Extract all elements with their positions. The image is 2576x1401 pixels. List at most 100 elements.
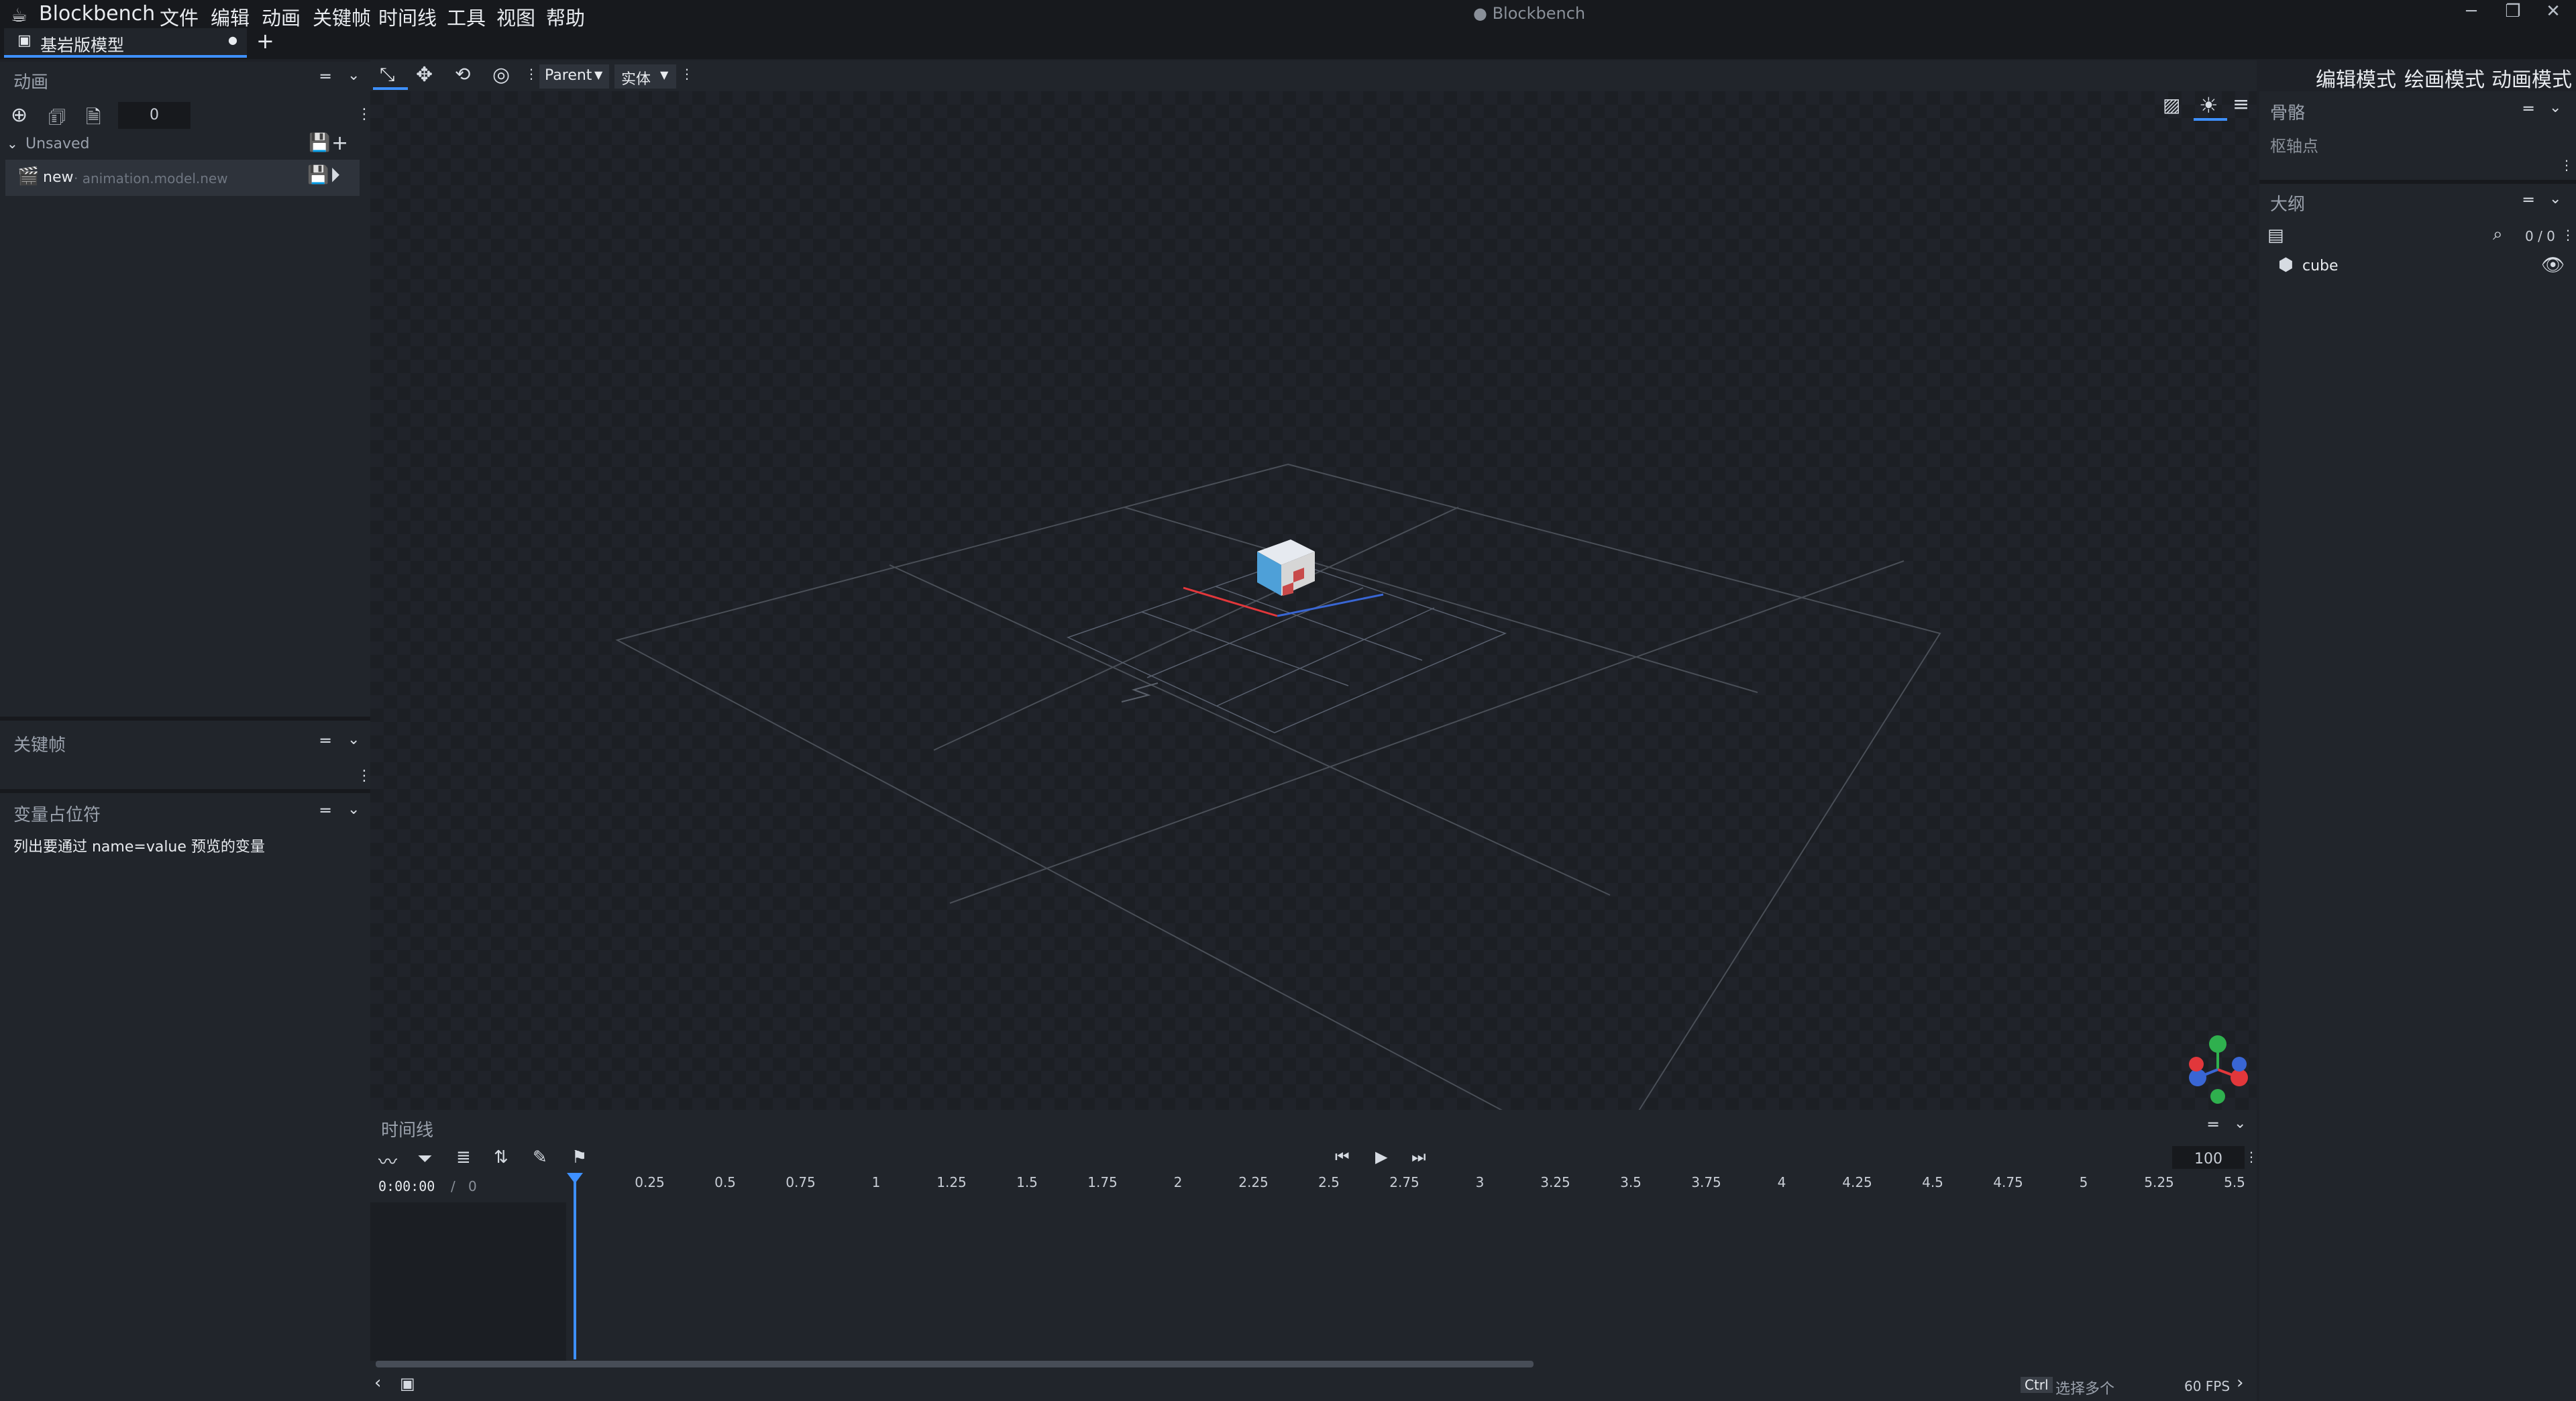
time-tick-label: 4 — [1777, 1174, 1786, 1190]
menu-tools[interactable]: 工具 — [447, 3, 486, 31]
skip-end-icon[interactable]: ⏭ — [1411, 1147, 1426, 1166]
list-icon[interactable]: ≣ — [456, 1147, 471, 1168]
file-icon[interactable]: 🗎 — [86, 103, 101, 136]
hamburger-icon[interactable]: ≡ — [2233, 93, 2249, 116]
sort-icon[interactable]: ⇅ — [494, 1147, 508, 1168]
chevron-right-icon[interactable]: › — [2237, 1373, 2243, 1393]
panel-menu-icon[interactable]: ═ — [321, 801, 330, 820]
rotate-tool-icon[interactable]: ⟲ — [455, 63, 470, 85]
lighting-button[interactable]: ☀ — [2194, 91, 2227, 121]
tab-edit-mode[interactable]: 编辑模式 — [2316, 63, 2396, 93]
new-tab-button[interactable]: + — [256, 28, 274, 54]
time-tick-label: 3.75 — [1691, 1174, 1721, 1190]
time-tick-label: 1.25 — [936, 1174, 967, 1190]
chevron-down-icon[interactable]: ⌄ — [2549, 191, 2561, 207]
menu-keyframe[interactable]: 关键帧 — [313, 3, 371, 31]
save-icon[interactable]: 💾 — [309, 133, 330, 153]
more-options-icon[interactable]: ⋮ — [2561, 227, 2575, 243]
outliner-count: 0 / 0 — [2525, 228, 2555, 244]
entity-select[interactable]: 实体 ▼ — [614, 64, 676, 89]
playhead-handle[interactable] — [567, 1173, 583, 1184]
panel-menu-icon[interactable]: ═ — [2524, 191, 2533, 209]
time-tick-label: 2.75 — [1389, 1174, 1419, 1190]
menu-edit[interactable]: 编辑 — [211, 3, 250, 31]
cube-mesh[interactable] — [1257, 539, 1315, 596]
outliner-item-cube[interactable]: ⬢ cube 👁 — [2270, 252, 2569, 282]
more-options-icon[interactable]: ⋮ — [357, 106, 372, 123]
time-tick-label: 2.25 — [1238, 1174, 1269, 1190]
plus-circle-icon[interactable]: ⊕ — [11, 103, 28, 127]
pivot-tool-button[interactable]: ⤡ — [373, 60, 408, 90]
maximize-button[interactable]: ❐ — [2500, 1, 2526, 21]
tab-project-label: 基岩版模型 — [40, 36, 125, 55]
panel-divider — [0, 789, 370, 793]
menu-animation[interactable]: 动画 — [262, 3, 301, 31]
minimize-button[interactable]: ─ — [2458, 1, 2485, 21]
skip-start-icon[interactable]: ⏮ — [1335, 1147, 1350, 1166]
outliner-panel-title: 大纲 — [2270, 195, 2306, 215]
target-icon[interactable]: ◎ — [492, 63, 510, 87]
flag-icon[interactable]: ⚑ — [572, 1147, 587, 1168]
animation-list-item[interactable]: 🎬 new · animation.model.new 💾 ⏵ — [5, 160, 360, 196]
timeline-tracks[interactable] — [566, 1202, 2255, 1361]
pencil-icon[interactable]: ✎ — [533, 1147, 547, 1168]
panel-menu-icon[interactable]: ═ — [321, 67, 330, 86]
tab-animate-mode[interactable]: 动画模式 — [2491, 63, 2572, 95]
panel-menu-icon[interactable]: ═ — [2524, 99, 2533, 118]
close-button[interactable]: ✕ — [2540, 1, 2567, 21]
model-icon[interactable]: ▣ — [400, 1374, 415, 1393]
menu-view[interactable]: 视图 — [496, 3, 535, 31]
variable-panel-title: 变量占位符 — [13, 805, 101, 825]
variable-placeholder-hint[interactable]: 列出要通过 name=value 预览的变量 — [13, 835, 265, 856]
window-title: ● Blockbench — [1473, 4, 1586, 23]
more-options-icon[interactable]: ⋮ — [680, 66, 694, 82]
time-tick-label: 3.25 — [1540, 1174, 1570, 1190]
panel-menu-icon[interactable]: ═ — [2208, 1115, 2218, 1134]
animation-counter[interactable]: 0 — [118, 102, 191, 129]
more-options-icon[interactable]: ⋮ — [357, 768, 372, 784]
chevron-down-icon[interactable]: ⌄ — [7, 136, 18, 152]
plus-icon[interactable]: + — [331, 132, 348, 155]
move-tool-icon[interactable]: ✥ — [416, 63, 433, 87]
scene-canvas — [615, 463, 2248, 1110]
chevron-left-icon[interactable]: ‹ — [374, 1373, 381, 1393]
play-circle-icon[interactable]: ⏵ — [330, 164, 340, 187]
graph-icon[interactable]: 〰 — [378, 1147, 397, 1174]
image-icon[interactable]: ▨ — [2163, 94, 2180, 116]
import-icon[interactable]: 🗊 — [48, 103, 66, 136]
timeline-scrollbar[interactable] — [376, 1361, 1534, 1367]
filter-icon[interactable]: ⏷ — [417, 1147, 432, 1170]
chevron-down-icon[interactable]: ⌄ — [347, 731, 360, 748]
menu-file[interactable]: 文件 — [160, 3, 199, 31]
panel-menu-icon[interactable]: ═ — [321, 731, 330, 750]
cube-label: cube — [2302, 258, 2339, 274]
play-icon[interactable]: ▶ — [1375, 1147, 1387, 1166]
time-display[interactable]: 0:00:00 — [378, 1178, 435, 1194]
add-group-icon[interactable]: ▤ — [2267, 225, 2284, 246]
menu-help[interactable]: 帮助 — [546, 3, 585, 31]
chevron-down-icon[interactable]: ⌄ — [347, 801, 360, 818]
eye-icon[interactable]: 👁 — [2541, 254, 2565, 276]
playhead[interactable] — [574, 1174, 576, 1359]
time-total: 0 — [468, 1178, 477, 1194]
menu-timeline[interactable]: 时间线 — [378, 3, 437, 31]
search-icon[interactable]: ⌕ — [2493, 224, 2503, 245]
time-tick-label: 4.5 — [1922, 1174, 1943, 1190]
unsaved-indicator[interactable]: ● — [228, 34, 237, 46]
chevron-down-icon[interactable]: ⌄ — [2234, 1115, 2246, 1132]
more-options-icon[interactable]: ⋮ — [525, 66, 538, 82]
chevron-down-icon[interactable]: ⌄ — [2549, 99, 2561, 116]
tab-project[interactable]: ▣ 基岩版模型 ● — [4, 28, 247, 58]
model-icon: ▣ — [17, 32, 32, 49]
cube-icon: ⬢ — [2278, 255, 2294, 275]
chevron-down-icon[interactable]: ⌄ — [347, 67, 360, 84]
pivot-tool-icon: ⤡ — [380, 63, 395, 85]
more-options-icon[interactable]: ⋮ — [2245, 1149, 2258, 1165]
app-name: Blockbench — [39, 2, 156, 25]
more-options-icon[interactable]: ⋮ — [2560, 157, 2573, 173]
parent-select[interactable]: Parent ▼ — [539, 64, 609, 89]
save-icon[interactable]: 💾 — [307, 165, 329, 185]
3d-viewport[interactable] — [370, 91, 2257, 1110]
tab-paint-mode[interactable]: 绘画模式 — [2404, 63, 2485, 93]
axis-gizmo[interactable] — [2189, 1035, 2248, 1104]
